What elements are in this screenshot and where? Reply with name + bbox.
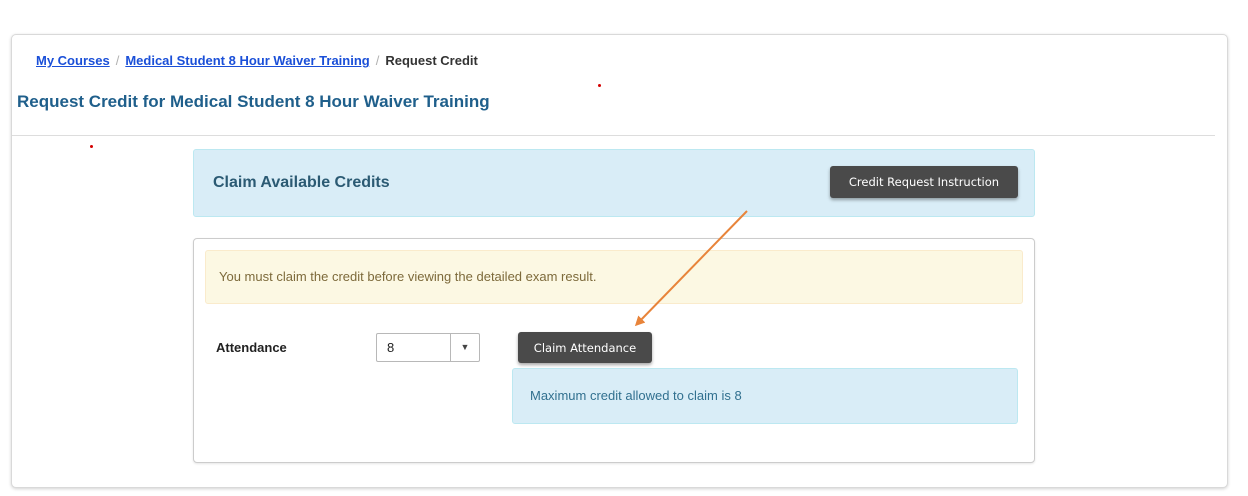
breadcrumb-course-link[interactable]: Medical Student 8 Hour Waiver Training	[125, 53, 369, 68]
attendance-label: Attendance	[216, 340, 287, 355]
attendance-select-value: 8	[387, 340, 395, 355]
warning-alert: You must claim the credit before viewing…	[205, 250, 1023, 304]
claim-form-box: You must claim the credit before viewing…	[193, 238, 1035, 463]
breadcrumb: My Courses / Medical Student 8 Hour Waiver…	[36, 53, 478, 68]
claim-attendance-button[interactable]: Claim Attendance	[518, 332, 652, 363]
claim-credits-title: Claim Available Credits	[213, 174, 390, 191]
breadcrumb-separator: /	[115, 53, 120, 68]
red-dot-marker	[90, 145, 93, 148]
credit-request-instruction-button[interactable]: Credit Request Instruction	[830, 166, 1018, 198]
claim-credits-header: Claim Available Credits Credit Request I…	[193, 149, 1035, 217]
breadcrumb-current: Request Credit	[385, 53, 478, 68]
page-title: Request Credit for Medical Student 8 Hou…	[17, 92, 490, 111]
attendance-select[interactable]: 8 ▼	[376, 333, 480, 362]
breadcrumb-my-courses-link[interactable]: My Courses	[36, 53, 110, 68]
breadcrumb-separator: /	[375, 53, 380, 68]
red-dot-marker	[598, 84, 601, 87]
title-divider	[12, 135, 1215, 136]
max-credit-info: Maximum credit allowed to claim is 8	[512, 368, 1018, 424]
caret-down-icon[interactable]: ▼	[450, 334, 479, 361]
